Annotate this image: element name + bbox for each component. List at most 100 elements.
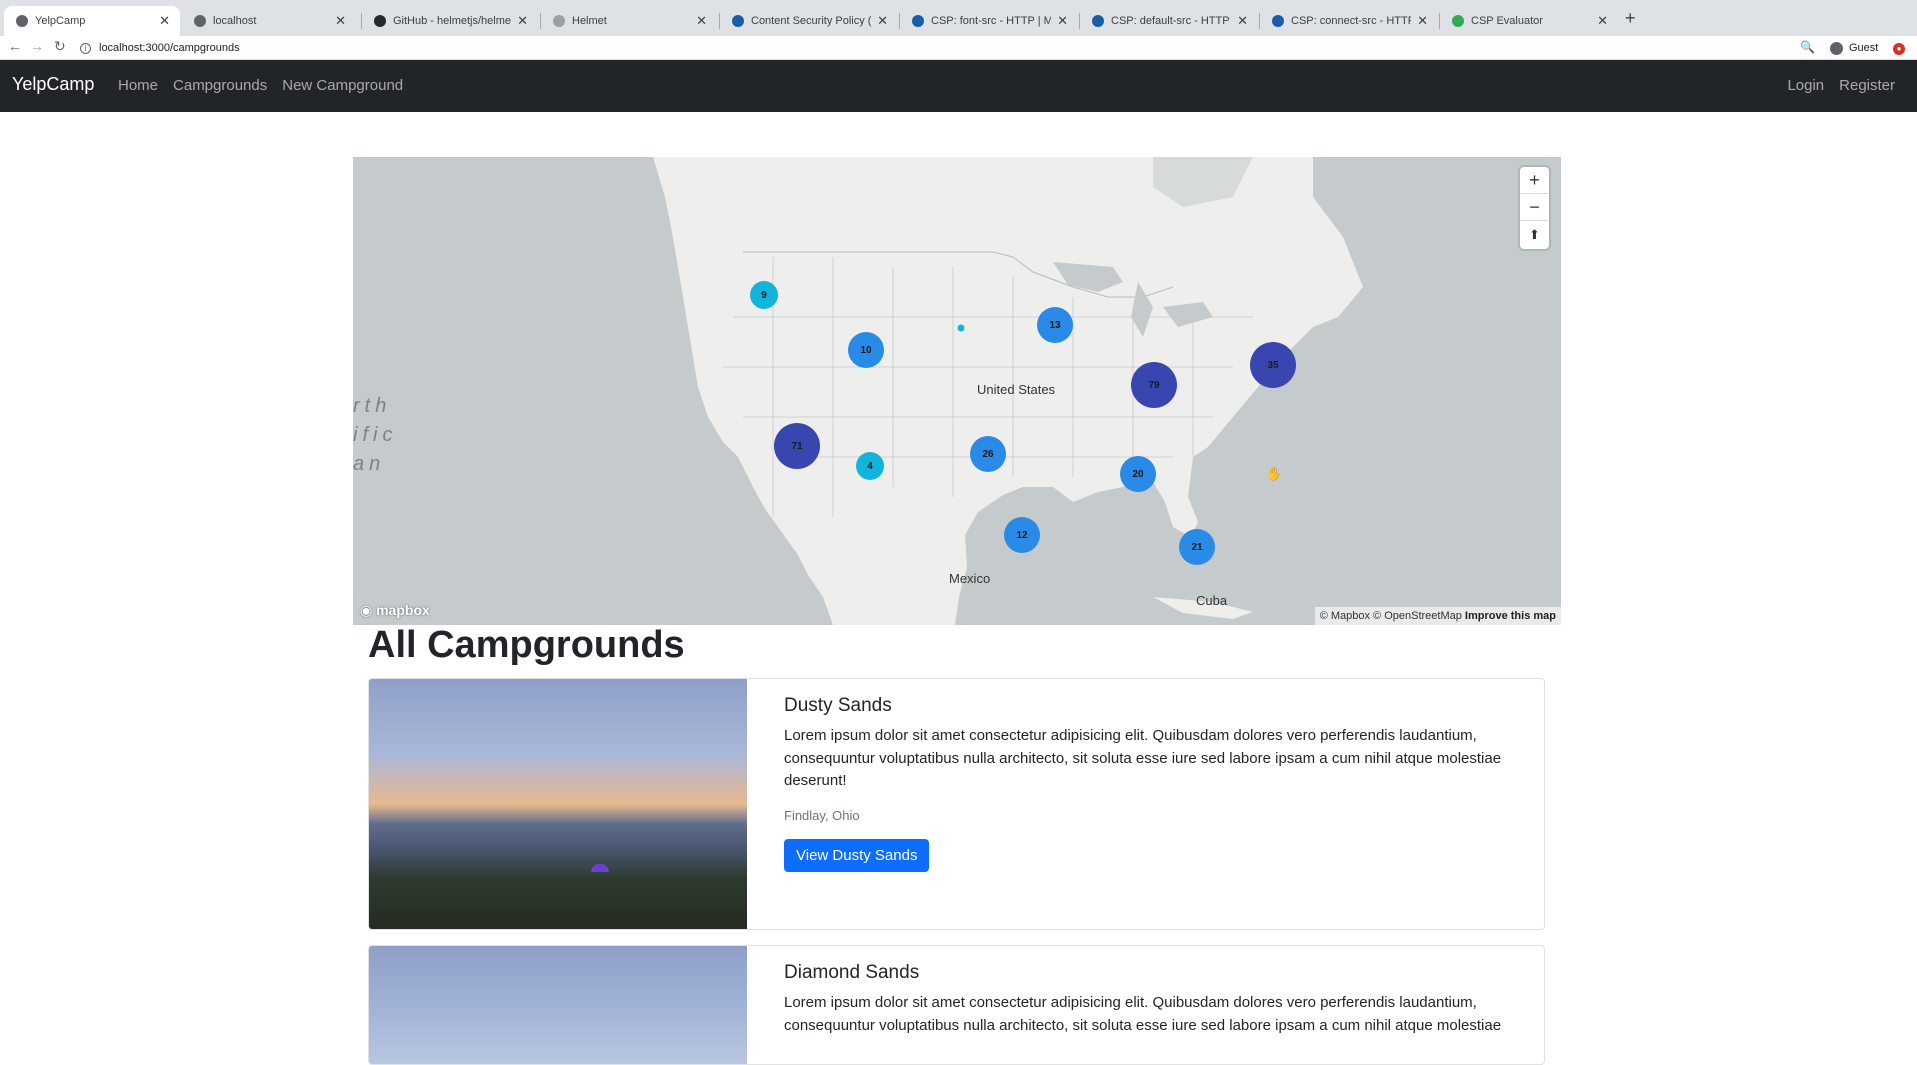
close-tab-icon[interactable]: ✕ bbox=[335, 13, 346, 29]
close-tab-icon[interactable]: ✕ bbox=[517, 13, 528, 29]
tab-csp-evaluator[interactable]: CSP Evaluator ✕ bbox=[1440, 6, 1618, 36]
page-title: All Campgrounds bbox=[368, 624, 685, 666]
tab-title: Helmet bbox=[572, 15, 607, 27]
tab-csp-mdn[interactable]: Content Security Policy (CSP) ✕ bbox=[720, 6, 898, 36]
map-cluster[interactable]: 12 bbox=[1004, 517, 1040, 553]
nav-link-register[interactable]: Register bbox=[1839, 77, 1895, 94]
tab-title: Content Security Policy (CSP) bbox=[751, 15, 872, 27]
mdn-icon bbox=[912, 15, 924, 27]
tab-helmet[interactable]: Helmet ✕ bbox=[541, 6, 717, 36]
campground-image bbox=[369, 946, 747, 1064]
tab-localhost[interactable]: localhost ✕ bbox=[182, 6, 356, 36]
card-title: Diamond Sands bbox=[784, 962, 920, 983]
map-cluster[interactable]: 26 bbox=[970, 436, 1006, 472]
avatar-icon bbox=[1830, 41, 1843, 55]
globe-icon bbox=[194, 15, 206, 27]
tab-yelpcamp[interactable]: YelpCamp ✕ bbox=[4, 6, 180, 36]
nav-link-new-campground[interactable]: New Campground bbox=[282, 77, 403, 94]
grab-cursor-icon: ✋ bbox=[1266, 466, 1283, 481]
brand-link[interactable]: YelpCamp bbox=[12, 74, 94, 95]
tab-title: GitHub - helmetjs/helmet: Help bbox=[393, 15, 512, 27]
close-tab-icon[interactable]: ✕ bbox=[696, 13, 707, 29]
reload-icon[interactable]: ↻ bbox=[54, 38, 66, 55]
tab-github-helmet[interactable]: GitHub - helmetjs/helmet: Help ✕ bbox=[362, 6, 538, 36]
mapbox-logo-text: mapbox bbox=[376, 602, 430, 618]
map-cluster[interactable]: 20 bbox=[1120, 456, 1156, 492]
nav-links: Home Campgrounds New Campground bbox=[118, 77, 403, 94]
github-icon bbox=[374, 15, 386, 27]
tab-csp-connect-src[interactable]: CSP: connect-src - HTTP | MDN ✕ bbox=[1260, 6, 1438, 36]
url-text: localhost:3000/campgrounds bbox=[99, 42, 240, 54]
close-tab-icon[interactable]: ✕ bbox=[877, 13, 888, 29]
cluster-count: 35 bbox=[1267, 359, 1279, 371]
map-controls: + − ⬆ bbox=[1520, 167, 1549, 249]
card-body: Diamond Sands Lorem ipsum dolor sit amet… bbox=[784, 962, 1514, 1037]
url-field[interactable]: i localhost:3000/campgrounds bbox=[80, 39, 1814, 57]
nav-link-login[interactable]: Login bbox=[1787, 77, 1824, 94]
site-info-icon[interactable]: i bbox=[80, 42, 91, 54]
cluster-count: 10 bbox=[860, 344, 872, 356]
attribution-text[interactable]: © Mapbox © OpenStreetMap bbox=[1320, 610, 1462, 622]
card-body: Dusty Sands Lorem ipsum dolor sit amet c… bbox=[784, 695, 1514, 872]
mdn-icon bbox=[1092, 15, 1104, 27]
nav-link-campgrounds[interactable]: Campgrounds bbox=[173, 77, 267, 94]
map-point[interactable] bbox=[957, 324, 965, 332]
country-label: United States bbox=[977, 382, 1056, 397]
cuba-label: Cuba bbox=[1196, 593, 1228, 608]
tab-title: YelpCamp bbox=[35, 15, 86, 27]
close-tab-icon[interactable]: ✕ bbox=[159, 13, 170, 29]
map-cluster[interactable]: 9 bbox=[750, 281, 778, 309]
close-tab-icon[interactable]: ✕ bbox=[1597, 13, 1608, 29]
tab-title: CSP: connect-src - HTTP | MDN bbox=[1291, 15, 1411, 27]
map-cluster[interactable]: 4 bbox=[856, 452, 884, 480]
tab-csp-font-src[interactable]: CSP: font-src - HTTP | MDN ✕ bbox=[900, 6, 1078, 36]
globe-icon bbox=[16, 15, 28, 27]
map-cluster[interactable]: 21 bbox=[1179, 529, 1215, 565]
close-tab-icon[interactable]: ✕ bbox=[1417, 13, 1428, 29]
card-description: Lorem ipsum dolor sit amet consectetur a… bbox=[784, 994, 1502, 1034]
tab-csp-default-src[interactable]: CSP: default-src - HTTP | MDN ✕ bbox=[1080, 6, 1258, 36]
cluster-count: 9 bbox=[761, 289, 767, 301]
map-cluster[interactable]: 10 bbox=[848, 332, 884, 368]
cluster-count: 13 bbox=[1049, 319, 1061, 331]
zoom-out-button[interactable]: − bbox=[1520, 194, 1549, 221]
mapbox-logo[interactable]: ◉ mapbox bbox=[360, 602, 430, 619]
nav-link-home[interactable]: Home bbox=[118, 77, 158, 94]
cluster-count: 21 bbox=[1191, 541, 1203, 553]
nav-auth-links: Login Register bbox=[1787, 77, 1895, 94]
tent-icon bbox=[591, 864, 609, 872]
ocean-label: rth ific an bbox=[353, 395, 398, 475]
cluster-count: 4 bbox=[867, 460, 873, 472]
map-cluster[interactable]: 71 bbox=[774, 423, 820, 469]
new-tab-button[interactable]: + bbox=[1625, 8, 1636, 29]
mdn-icon bbox=[1272, 15, 1284, 27]
cluster-count: 71 bbox=[791, 440, 803, 452]
map-land-svg bbox=[653, 157, 1363, 625]
extension-icon[interactable]: ● bbox=[1893, 43, 1905, 55]
close-tab-icon[interactable]: ✕ bbox=[1057, 13, 1068, 29]
campground-card: Diamond Sands Lorem ipsum dolor sit amet… bbox=[368, 945, 1545, 1065]
campground-image bbox=[369, 679, 747, 929]
cluster-count: 26 bbox=[982, 448, 994, 460]
view-campground-button[interactable]: View Dusty Sands bbox=[784, 838, 930, 872]
improve-map-link[interactable]: Improve this map bbox=[1465, 610, 1556, 622]
cluster-map[interactable]: rth ific an United States Mexico Cuba 9 … bbox=[353, 157, 1561, 625]
compass-icon[interactable]: ⬆ bbox=[1520, 221, 1549, 248]
zoom-in-button[interactable]: + bbox=[1520, 167, 1549, 194]
tab-title: CSP: font-src - HTTP | MDN bbox=[931, 15, 1052, 27]
profile-label: Guest bbox=[1849, 42, 1879, 54]
tab-title: CSP: default-src - HTTP | MDN bbox=[1111, 15, 1231, 27]
address-bar-row: ← → ↻ i localhost:3000/campgrounds 🔍 Gue… bbox=[0, 36, 1917, 60]
close-tab-icon[interactable]: ✕ bbox=[1237, 13, 1248, 29]
back-arrow-icon[interactable]: ← bbox=[8, 38, 22, 54]
map-cluster[interactable]: 35 bbox=[1250, 342, 1296, 388]
forward-arrow-icon[interactable]: → bbox=[30, 38, 44, 54]
cluster-count: 79 bbox=[1148, 379, 1160, 391]
zoom-icon[interactable]: 🔍 bbox=[1800, 40, 1815, 54]
profile-button[interactable]: Guest bbox=[1830, 39, 1878, 57]
map-cluster[interactable]: 13 bbox=[1037, 307, 1073, 343]
mexico-label: Mexico bbox=[949, 571, 991, 586]
cluster-count: 20 bbox=[1132, 468, 1144, 480]
card-title: Dusty Sands bbox=[784, 695, 892, 716]
map-cluster[interactable]: 79 bbox=[1131, 362, 1177, 408]
